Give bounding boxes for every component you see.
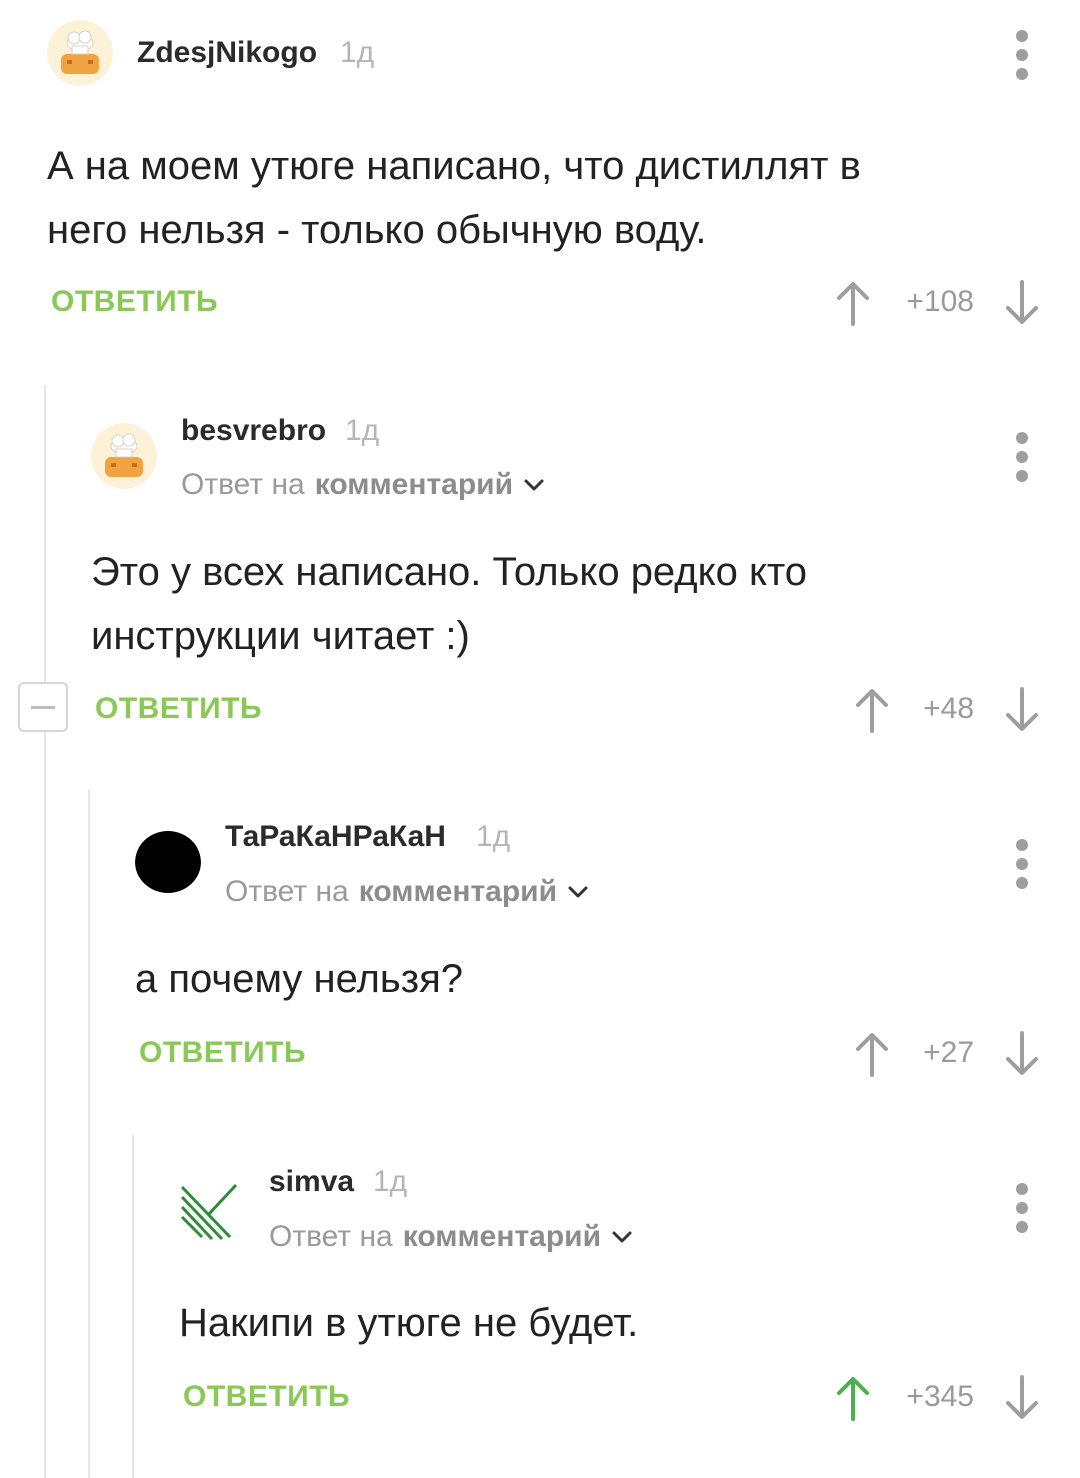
more-options-icon[interactable] — [1015, 432, 1029, 482]
comment-text: Накипи в утюге не будет. — [179, 1291, 1039, 1355]
thread-line-level-1 — [44, 385, 46, 1478]
avatar[interactable] — [135, 830, 201, 896]
comment-text-line: инструкции читает :) — [91, 614, 470, 658]
downvote-arrow-icon[interactable] — [1002, 1373, 1042, 1423]
thread-line-level-2 — [88, 790, 90, 1478]
vote-score: +345 — [906, 1380, 974, 1413]
avatar[interactable] — [178, 1175, 244, 1241]
more-options-icon[interactable] — [1015, 30, 1029, 80]
reply-to-comment-link[interactable]: комментарий — [359, 875, 557, 909]
chevron-down-icon[interactable] — [523, 474, 545, 496]
reply-to-prefix: Ответ на — [225, 875, 349, 908]
reply-to-prefix: Ответ на — [269, 1220, 393, 1253]
thread-line-level-3 — [132, 1135, 134, 1478]
chevron-down-icon[interactable] — [611, 1226, 633, 1248]
upvote-arrow-icon[interactable] — [833, 1373, 873, 1423]
comment-text-line: а почему нельзя? — [135, 957, 463, 1001]
reply-button[interactable]: ОТВЕТИТЬ — [95, 692, 262, 726]
reply-to-link[interactable]: Ответ на комментарий — [225, 875, 589, 909]
vote-score: +27 — [923, 1036, 974, 1069]
timestamp: 1д — [345, 414, 380, 447]
reply-to-prefix: Ответ на — [181, 468, 305, 501]
comment-text: а почему нельзя? — [135, 947, 1035, 1011]
comment-text-line: Это у всех написано. Только редко кто — [91, 550, 808, 594]
reply-button[interactable]: ОТВЕТИТЬ — [183, 1380, 350, 1414]
reply-to-comment-link[interactable]: комментарий — [315, 468, 513, 502]
comment-text: А на моем утюге написано, что дистиллят … — [47, 134, 1037, 262]
green-stripes-icon — [178, 1175, 244, 1241]
downvote-arrow-icon[interactable] — [1002, 1029, 1042, 1079]
comment-text-line: А на моем утюге написано, что дистиллят … — [47, 144, 861, 188]
username[interactable]: besvrebro — [181, 414, 326, 448]
reply-to-link[interactable]: Ответ на комментарий — [181, 468, 545, 502]
downvote-arrow-icon[interactable] — [1002, 685, 1042, 735]
upvote-arrow-icon[interactable] — [833, 278, 873, 328]
collapse-thread-button[interactable] — [18, 682, 68, 732]
more-options-icon[interactable] — [1015, 1183, 1029, 1233]
reply-to-comment-link[interactable]: комментарий — [403, 1220, 601, 1254]
vote-score: +108 — [906, 285, 974, 318]
chef-hat-icon — [47, 20, 113, 86]
timestamp: 1д — [373, 1165, 408, 1198]
chevron-down-icon[interactable] — [567, 881, 589, 903]
reply-to-link[interactable]: Ответ на комментарий — [269, 1220, 633, 1254]
downvote-arrow-icon[interactable] — [1002, 278, 1042, 328]
username[interactable]: ТаРаКаНРаКаН — [225, 820, 446, 854]
username[interactable]: ZdesjNikogo — [137, 36, 317, 70]
reply-button[interactable]: ОТВЕТИТЬ — [139, 1036, 306, 1070]
more-options-icon[interactable] — [1015, 839, 1029, 889]
vote-score: +48 — [923, 692, 974, 725]
avatar[interactable] — [47, 20, 113, 86]
avatar[interactable] — [91, 423, 157, 489]
comment-text-line: Накипи в утюге не будет. — [179, 1301, 639, 1345]
black-circle-icon — [135, 830, 201, 896]
chef-hat-icon — [91, 423, 157, 489]
comment-text-line: него нельзя - только обычную воду. — [47, 208, 707, 252]
reply-button[interactable]: ОТВЕТИТЬ — [51, 285, 218, 319]
timestamp: 1д — [476, 820, 511, 853]
username[interactable]: simva — [269, 1165, 354, 1199]
comment-text: Это у всех написано. Только редко кто ин… — [91, 540, 1041, 668]
timestamp: 1д — [340, 36, 375, 69]
